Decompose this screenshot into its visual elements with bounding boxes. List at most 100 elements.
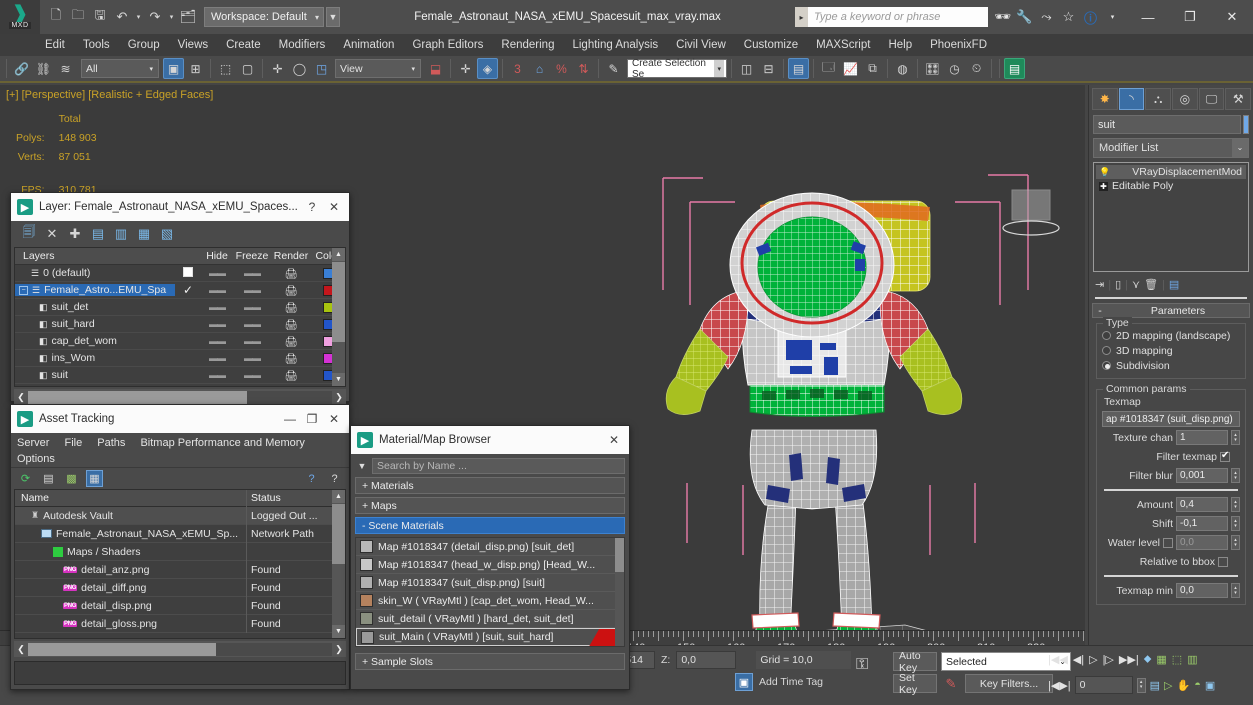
selection-filter-combo[interactable]: All ▾ [81, 59, 159, 78]
asset-minimize-button[interactable]: — [279, 407, 301, 431]
menu-civil-view[interactable]: Civil View [667, 34, 735, 56]
set-key-nav-icon[interactable]: |◀▶| [1048, 679, 1071, 692]
modifier-list-dropdown[interactable]: Modifier List ⌄ [1093, 138, 1249, 158]
texmap-min-field[interactable]: 0,0 [1176, 583, 1228, 598]
show-end-result-icon[interactable]: ▯ [1115, 278, 1121, 291]
layer-freeze-toggle[interactable]: ▬▬ [233, 336, 271, 346]
edit-named-selection-icon[interactable]: ✎ [603, 58, 624, 79]
scene-explorer-icon[interactable]: 🗔 [818, 58, 839, 79]
material-window-titlebar[interactable]: ▶ Material/Map Browser ✕ [351, 426, 629, 454]
category-maps[interactable]: + Maps [355, 497, 625, 514]
prev-frame-icon[interactable]: ◀| [1073, 653, 1084, 666]
layer-hide-toggle[interactable]: ▬▬ [201, 353, 233, 363]
object-color-swatch[interactable] [1243, 115, 1249, 134]
workspace-menu-icon[interactable]: ▼ [326, 7, 340, 27]
scrollbar-thumb[interactable] [615, 538, 624, 572]
layer-help-button[interactable]: ? [301, 195, 323, 219]
layer-freeze-toggle[interactable]: ▬▬ [233, 268, 271, 278]
table-row[interactable]: ◧ suit ▬▬ ▬▬ 🖨 [15, 367, 345, 384]
key-mode-toggle-icon[interactable]: ⬥ [1144, 653, 1152, 666]
water-level-spinner[interactable]: ▴▾ [1231, 535, 1240, 550]
menu-views[interactable]: Views [169, 34, 217, 56]
texture-channel-spinner[interactable]: ▴▾ [1231, 430, 1240, 445]
unlink-icon[interactable]: ⛓ [33, 58, 54, 79]
zoom-region-icon[interactable]: ▣ [1205, 679, 1215, 692]
layer-freeze-toggle[interactable]: ▬▬ [233, 302, 271, 312]
select-scale-icon[interactable]: ◳ [311, 58, 332, 79]
scroll-down-icon[interactable]: ▼ [332, 625, 345, 638]
mirror-icon[interactable]: ◫ [736, 58, 757, 79]
radio-subdivision[interactable]: Subdivision [1102, 358, 1240, 373]
amount-spinner[interactable]: ▴▾ [1231, 497, 1240, 512]
asset-menu-paths[interactable]: Paths [97, 437, 125, 449]
utilities-tab[interactable]: ⚒ [1225, 88, 1251, 110]
wrench-icon[interactable]: 🔧 [1016, 9, 1033, 26]
current-frame-field[interactable]: 0 [1075, 676, 1133, 694]
remove-modifier-icon[interactable]: 🗑 [1144, 278, 1158, 291]
refresh-icon[interactable]: ⟳ [17, 470, 34, 487]
list-item[interactable]: skin_W ( VRayMtl ) [cap_det_wom, Head_W.… [356, 592, 624, 610]
stack-item-editable-poly[interactable]: ✚ Editable Poly [1096, 179, 1246, 193]
select-by-name-icon[interactable]: ⊞ [185, 58, 206, 79]
list-item[interactable]: suit_detail ( VRayMtl ) [hard_det, suit_… [356, 610, 624, 628]
layer-freeze-toggle[interactable]: ▬▬ [233, 353, 271, 363]
filter-blur-spinner[interactable]: ▴▾ [1231, 468, 1240, 483]
add-selection-to-layer-icon[interactable]: ▦ [134, 224, 154, 244]
stack-item-vraydisplacementmod[interactable]: 💡 VRayDisplacementMod [1096, 165, 1246, 179]
shift-spinner[interactable]: ▴▾ [1231, 516, 1240, 531]
bind-space-warp-icon[interactable]: ≋ [55, 58, 76, 79]
parameters-rollup-header[interactable]: - Parameters [1092, 303, 1250, 318]
goto-start-icon[interactable]: |◀◀ [1048, 653, 1068, 666]
category-materials[interactable]: + Materials [355, 477, 625, 494]
search-dropdown-icon[interactable]: ▸ [795, 7, 808, 27]
snaps-toggle-icon[interactable]: ✛ [455, 58, 476, 79]
asset-window-titlebar[interactable]: ▶ Asset Tracking — ❐ ✕ [11, 405, 349, 433]
layer-hide-toggle[interactable]: ▬▬ [201, 319, 233, 329]
water-level-field[interactable]: 0,0 [1176, 535, 1228, 550]
material-search-input[interactable]: Search by Name ... [372, 458, 625, 474]
select-object-icon[interactable]: ▣ [163, 58, 184, 79]
reference-coordinate-combo[interactable]: View ▾ [335, 59, 421, 78]
asset-menu-server[interactable]: Server [17, 437, 49, 449]
scrollbar-track[interactable] [28, 391, 332, 404]
key-mode-icon[interactable]: ⚿ [856, 656, 868, 674]
add-layer-icon[interactable]: ✚ [65, 224, 85, 244]
table-row[interactable]: ◧ cap_det_wom ▬▬ ▬▬ 🖨 [15, 333, 345, 350]
key-filters-button[interactable]: Key Filters... [965, 674, 1053, 693]
layer-render-toggle[interactable]: 🖨 [271, 369, 311, 382]
help-alt-icon[interactable]: ? [326, 470, 343, 487]
save-file-icon[interactable]: 🖫 [90, 7, 110, 27]
layer-freeze-toggle[interactable]: ▬▬ [233, 319, 271, 329]
asset-maximize-button[interactable]: ❐ [301, 407, 323, 431]
layer-current-checkbox[interactable]: ✓ [175, 283, 201, 297]
texture-channel-field[interactable]: 1 [1176, 430, 1228, 445]
thumbnail-view-icon[interactable]: ▩ [63, 470, 80, 487]
scrollbar-thumb[interactable] [28, 391, 247, 404]
redo-icon[interactable]: ↷ [145, 7, 165, 27]
table-row[interactable]: Maps / Shaders [15, 543, 345, 561]
layer-hide-toggle[interactable]: ▬▬ [201, 268, 233, 278]
layer-hide-toggle[interactable]: ▬▬ [201, 285, 233, 295]
select-rotate-icon[interactable]: ◯ [289, 58, 310, 79]
auto-key-button[interactable]: Auto Key [893, 652, 937, 671]
key-filter-pen-icon[interactable]: ✎ [941, 674, 961, 693]
open-file-icon[interactable]: 🗀 [68, 7, 88, 27]
layer-window-titlebar[interactable]: ▶ Layer: Female_Astronaut_NASA_xEMU_Spac… [11, 193, 349, 221]
scrollbar-track[interactable] [28, 643, 332, 656]
app-logo-button[interactable]: ❱ MXD [0, 0, 40, 34]
time-configuration-icon[interactable]: ▤ [1150, 679, 1160, 692]
water-level-checkbox[interactable] [1163, 538, 1173, 548]
use-pivot-center-icon[interactable]: ⬓ [425, 58, 446, 79]
select-move-icon[interactable]: ✛ [267, 58, 288, 79]
new-file-icon[interactable]: 🗋 [46, 7, 66, 27]
z-coordinate-field[interactable]: 0,0 [676, 651, 736, 669]
material-editor-icon[interactable]: ◍ [892, 58, 913, 79]
render-production-icon[interactable]: ⏲ [966, 58, 987, 79]
angle-snap-icon[interactable]: ◈ [477, 58, 498, 79]
asset-vertical-scrollbar[interactable]: ▲ ▼ [332, 490, 345, 638]
spinner-snap-alt-icon[interactable]: ⇅ [573, 58, 594, 79]
set-key-button[interactable]: Set Key [893, 674, 937, 693]
table-row[interactable]: ◧ suit_hard ▬▬ ▬▬ 🖨 [15, 316, 345, 333]
radio-icon[interactable] [1102, 346, 1111, 355]
menu-rendering[interactable]: Rendering [492, 34, 563, 56]
